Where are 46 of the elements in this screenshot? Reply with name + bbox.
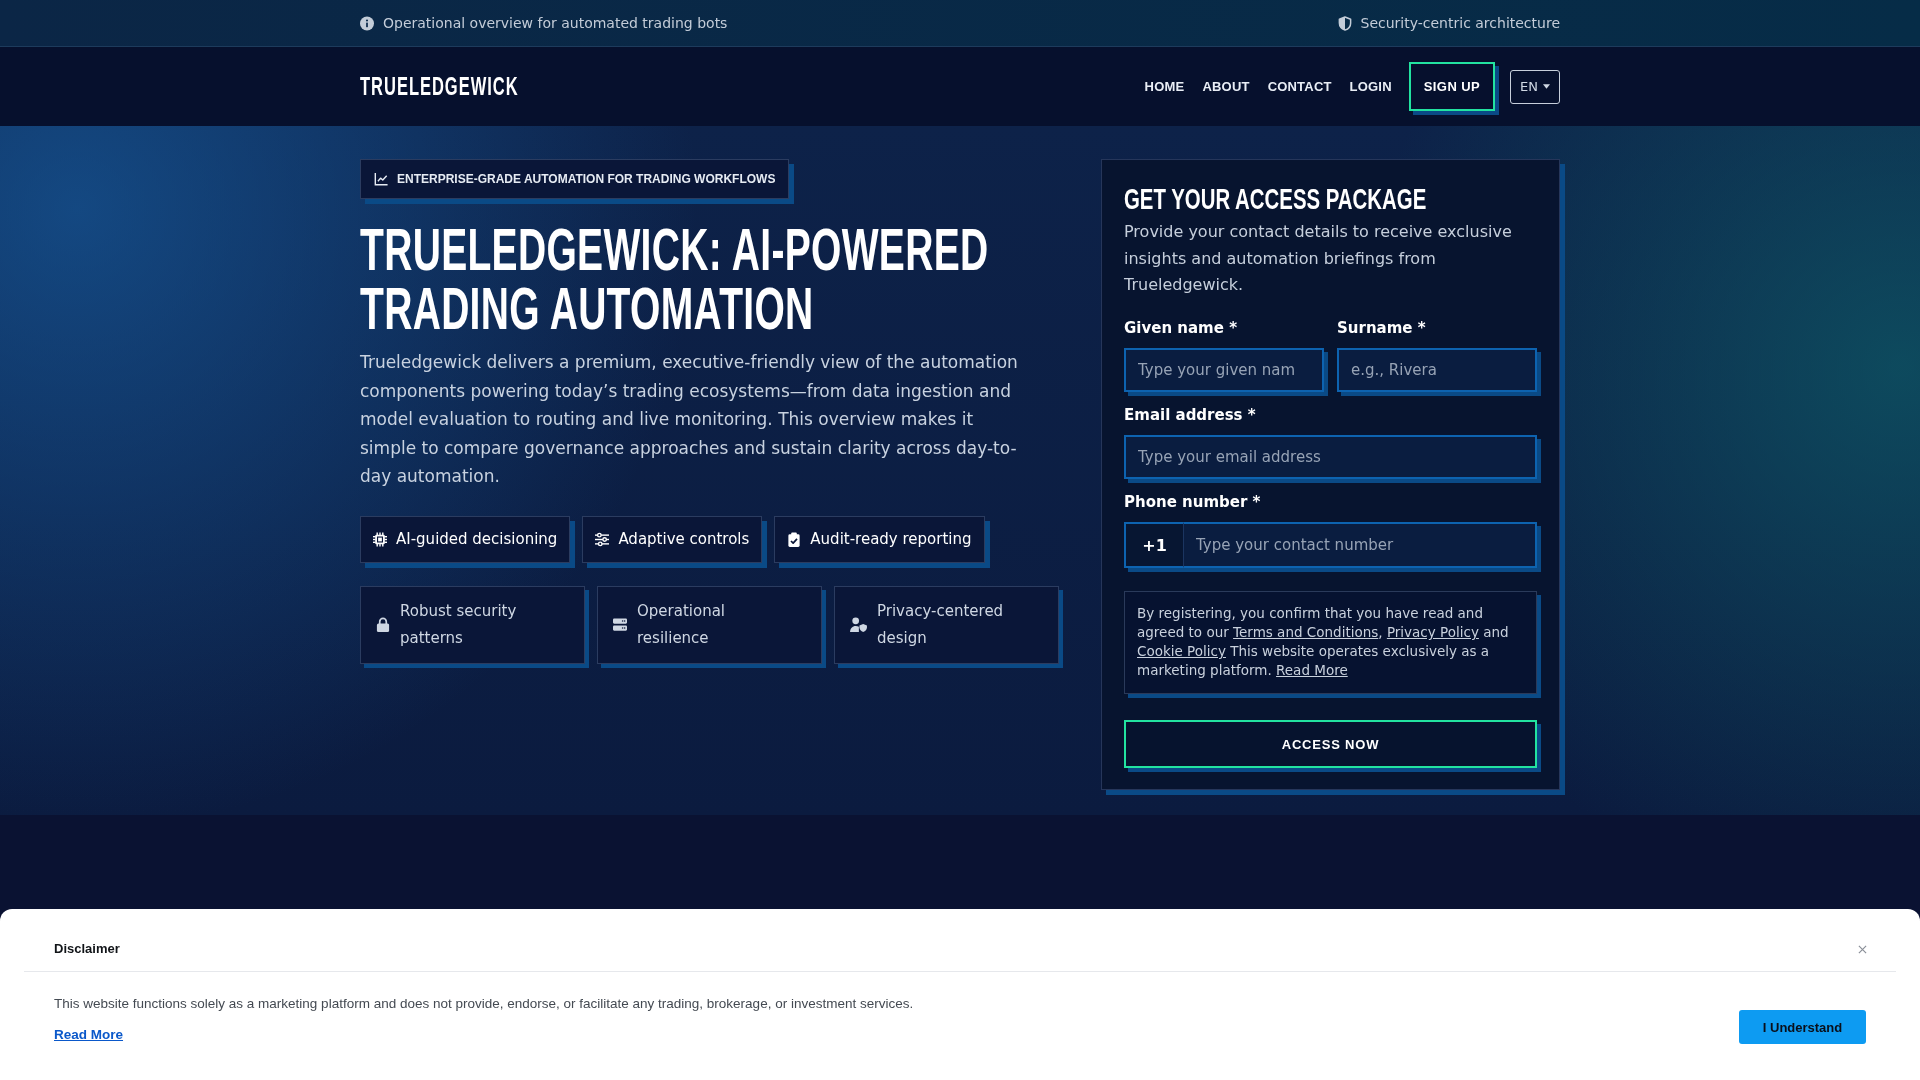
language-selector[interactable]: EN — [1510, 69, 1560, 104]
server-icon — [613, 617, 627, 632]
feature-label: Privacy-centered design — [877, 600, 1005, 649]
form-title: GET YOUR ACCESS PACKAGE — [1124, 181, 1428, 217]
line-chart-icon — [374, 172, 388, 186]
nav-link[interactable]: LOGIN — [1349, 79, 1392, 94]
nav-link[interactable]: ABOUT — [1202, 79, 1250, 94]
policy-link[interactable]: Privacy Policy — [1386, 624, 1479, 641]
input-field[interactable]: Type your given nam — [1124, 348, 1324, 393]
input-field[interactable]: Type your email address — [1124, 435, 1537, 480]
lock-icon — [376, 617, 390, 632]
field-label: Surname * — [1337, 318, 1427, 339]
shield-icon — [1337, 15, 1352, 31]
user-shield-icon — [850, 617, 867, 632]
highlight-label: Adaptive controls — [618, 530, 750, 548]
disclaimer-text: This website functions solely as a marketing platform and does not provide, endorse, or facilitate any trading, brokerage, or investment services. — [54, 995, 914, 1013]
announcement-text: Security-centric architecture — [1360, 15, 1560, 31]
close-icon — [1858, 945, 1867, 954]
feature-label: Robust security patterns — [400, 600, 518, 649]
highlight-label: Audit-ready reporting — [810, 530, 972, 548]
info-icon — [360, 15, 374, 31]
nav-link[interactable]: CONTACT — [1267, 79, 1332, 94]
feature-label: Operational resilience — [637, 600, 726, 649]
read-more-link[interactable]: Read More — [54, 1027, 124, 1042]
announcement-text: Operational overview for automated trading bots — [383, 15, 728, 31]
input-field[interactable]: e.g., Rivera — [1337, 348, 1537, 393]
clipboard-check-icon — [787, 531, 802, 547]
form-description: Provide your contact details to receive exclusive insights and automation briefings from Trueledgewick. — [1124, 221, 1513, 297]
phone-input[interactable]: Type your contact number — [1184, 522, 1537, 569]
disclaimer-title: Disclaimer — [54, 941, 120, 957]
highlight-label: AI-guided decisioning — [396, 530, 558, 548]
sliders-icon — [595, 531, 610, 547]
cpu-icon — [373, 531, 387, 547]
field-label: Given name * — [1124, 318, 1238, 339]
policy-link[interactable]: Cookie Policy — [1137, 643, 1226, 660]
nav-link[interactable]: HOME — [1144, 79, 1185, 94]
hero-title: TRUELEDGEWICK: AI-POWERED TRADING AUTOMATION — [360, 220, 990, 338]
understand-button[interactable]: I Understand — [1739, 1010, 1866, 1044]
tagline-text: ENTERPRISE-GRADE AUTOMATION FOR TRADING WORKFLOWS — [397, 172, 776, 186]
caret-icon — [1543, 84, 1550, 89]
policy-link[interactable]: Terms and Conditions — [1233, 624, 1379, 641]
field-label: Email address * — [1124, 405, 1257, 426]
brand-logo[interactable]: TRUELEDGEWICK — [360, 72, 519, 101]
field-label: Phone number * — [1124, 492, 1262, 513]
policy-link[interactable]: Read More — [1276, 662, 1348, 679]
hero-description: Trueledgewick delivers a premium, executive-friendly view of the automation components powering today’s trading ecosystems—from data ingestion and model evaluation to routing and live monitoring. This overview makes it simple to compare governance approaches and sustain clarity across day-to-day automation. — [360, 351, 1019, 488]
